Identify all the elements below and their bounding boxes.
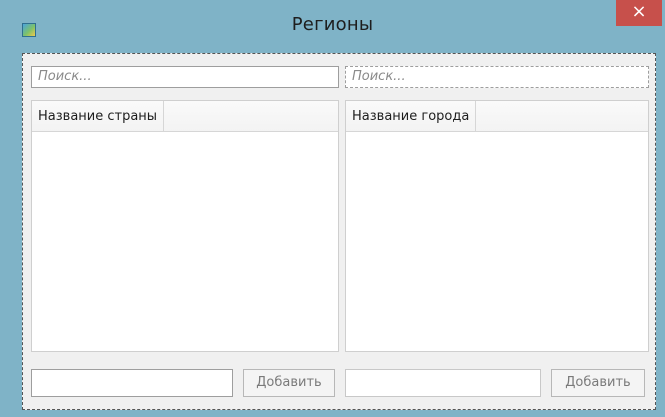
country-search-input[interactable]: Поиск... — [31, 66, 339, 88]
countries-add-bar: Добавить — [31, 369, 339, 399]
close-button[interactable]: × — [616, 0, 662, 26]
column-header-country-name[interactable]: Название страны — [32, 101, 165, 131]
add-city-button[interactable]: Добавить — [551, 369, 645, 397]
countries-grid[interactable]: Название страны — [31, 100, 339, 352]
add-country-button[interactable]: Добавить — [243, 369, 335, 397]
regions-window: Регионы × Поиск... Название страны Добав… — [0, 0, 665, 417]
cities-grid-header: Название города — [346, 101, 648, 132]
new-city-input[interactable] — [345, 369, 541, 397]
window-content: Поиск... Название страны Добавить Поиск.… — [22, 53, 656, 410]
window-title: Регионы — [291, 14, 374, 35]
new-country-input[interactable] — [31, 369, 233, 397]
countries-grid-header: Название страны — [32, 101, 338, 132]
countries-panel: Поиск... Название страны Добавить — [31, 54, 339, 409]
column-header-city-name[interactable]: Название города — [346, 101, 477, 131]
cities-panel: Поиск... Название города Добавить — [345, 54, 649, 409]
city-search-input[interactable]: Поиск... — [345, 66, 649, 88]
cities-add-bar: Добавить — [345, 369, 649, 399]
title-bar: Регионы × — [0, 0, 665, 46]
cities-grid[interactable]: Название города — [345, 100, 649, 352]
